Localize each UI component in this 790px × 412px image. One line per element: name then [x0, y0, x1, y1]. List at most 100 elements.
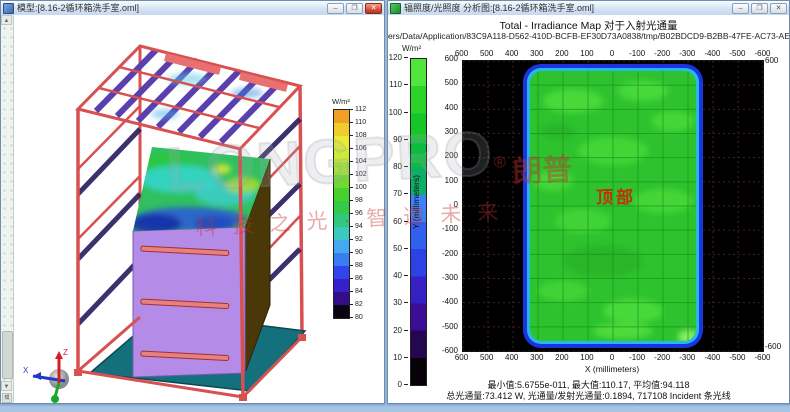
- model-window: 模型:[8.16-2循环箱洗手室.oml] – ❐ ✕ ▲ ▼ 模: [0, 0, 385, 404]
- x-tick-label: 500: [474, 49, 499, 58]
- x-tick-label: -500: [725, 353, 750, 362]
- axis-triad: Z X: [23, 348, 69, 403]
- axis-x-label: X: [23, 366, 29, 375]
- colorbar-tick: 120: [389, 53, 408, 62]
- minimize-button[interactable]: –: [732, 3, 749, 14]
- y-tick-label: 500: [445, 78, 458, 88]
- y-axis-ticks: 6005004003002001000-100-200-300-400-500-…: [430, 54, 458, 356]
- chart-colorbar-ticks: 1201101009080706050403020100: [388, 53, 408, 389]
- colorbar-tick: 70: [393, 189, 408, 198]
- stats-line-2: 总光通量:73.412 W, 光通量/发射光通量:0.1894, 717108 …: [388, 389, 789, 402]
- irradiance-window-titlebar[interactable]: 辐照度/光照度 分析图:[8.16-2循环箱洗手室.oml] – ❐ ✕: [388, 1, 789, 16]
- colorbar-tick: 112: [349, 105, 381, 114]
- colorbar-tick: 100: [389, 108, 408, 117]
- y-tick-label: 0: [454, 200, 458, 210]
- colorbar-tick: 98: [349, 196, 381, 205]
- x-tick-label: 400: [499, 353, 524, 362]
- colorbar-unit: W/m²: [402, 44, 421, 53]
- x-tick-label: -100: [625, 49, 650, 58]
- axis-z-label: Z: [63, 348, 68, 357]
- y-tick-label: 400: [445, 103, 458, 113]
- y-tick-label: 100: [445, 176, 458, 186]
- colorbar-tick: 108: [349, 131, 381, 140]
- y-tick-label: -300: [442, 273, 458, 283]
- colorbar-tick: 106: [349, 144, 381, 153]
- scroll-up-icon[interactable]: ▲: [1, 15, 12, 25]
- model-viewport[interactable]: ▲ ▼ 模: [1, 15, 384, 403]
- colorbar-tick: 82: [349, 300, 381, 309]
- y-tick-label: -500: [442, 322, 458, 332]
- model-side-strip[interactable]: ▲ ▼ 模: [1, 15, 14, 403]
- x-tick-label: -400: [700, 353, 725, 362]
- colorbar-tick: 90: [349, 248, 381, 257]
- colorbar-tick: 110: [389, 80, 408, 89]
- colorbar-tick: 92: [349, 235, 381, 244]
- colorbar-tick: 90: [393, 135, 408, 144]
- colorbar-tick: 30: [393, 298, 408, 307]
- x-axis-top-ticks: 6005004003002001000-100-200-300-400-500-…: [449, 49, 775, 58]
- x-axis-bottom-ticks: 6005004003002001000-100-200-300-400-500-…: [449, 353, 775, 362]
- model-app-icon: [3, 3, 14, 14]
- x-tick-label: -400: [700, 49, 725, 58]
- x-tick-label: -200: [650, 353, 675, 362]
- x-tick-label: 200: [549, 49, 574, 58]
- y-tick-label: -100: [442, 224, 458, 234]
- x-tick-label: 0: [599, 353, 624, 362]
- colorbar-tick: 104: [349, 157, 381, 166]
- x-tick-label: 100: [574, 353, 599, 362]
- colorbar-unit: W/m²: [332, 97, 350, 106]
- scrollbar-thumb[interactable]: [2, 331, 13, 379]
- chart-source-path: ers/Data/Application/83C9A118-D562-410D-…: [388, 31, 789, 41]
- model-window-titlebar[interactable]: 模型:[8.16-2循环箱洗手室.oml] – ❐ ✕: [1, 1, 384, 16]
- x-tick-label: 0: [599, 49, 624, 58]
- colorbar-tick: 80: [393, 162, 408, 171]
- model-tab[interactable]: 模: [2, 393, 12, 403]
- model-3d-view[interactable]: Z X: [15, 19, 335, 403]
- maximize-button[interactable]: ❐: [751, 3, 768, 14]
- chart-app-icon: [390, 3, 401, 14]
- x-tick-label: -600: [750, 353, 775, 362]
- colorbar-tick: 102: [349, 170, 381, 179]
- model-colorbar: W/m² 11211010810610410210098969492908886…: [322, 97, 384, 333]
- x-tick-label: 100: [574, 49, 599, 58]
- x-tick-label: 300: [524, 353, 549, 362]
- colorbar-tick: 94: [349, 222, 381, 231]
- y-tick-label: 200: [445, 151, 458, 161]
- y-tick-label: 600: [445, 54, 458, 64]
- x-tick-label: 200: [549, 353, 574, 362]
- colorbar-tick: 50: [393, 244, 408, 253]
- x-axis-label: X (millimeters): [462, 364, 762, 374]
- colorbar-gradient: [333, 109, 350, 319]
- x-tick-label: -100: [625, 353, 650, 362]
- restore-button[interactable]: ❐: [346, 3, 363, 14]
- y-right-corner-top: 600: [765, 56, 778, 65]
- minimize-button[interactable]: –: [327, 3, 344, 14]
- irradiance-window-title: 辐照度/光照度 分析图:[8.16-2循环箱洗手室.oml]: [404, 2, 729, 15]
- x-tick-label: -500: [725, 49, 750, 58]
- irradiance-map-plot[interactable]: 顶部: [462, 60, 764, 352]
- irradiance-chart-area: Total - Irradiance Map 对于入射光通量 ers/Data/…: [388, 15, 789, 403]
- x-tick-label: -300: [675, 353, 700, 362]
- x-tick-label: -200: [650, 49, 675, 58]
- annotation-top: 顶部: [596, 183, 636, 208]
- y-tick-label: -400: [442, 297, 458, 307]
- colorbar-tick: 86: [349, 274, 381, 283]
- y-tick-label: -200: [442, 249, 458, 259]
- colorbar-tick: 60: [393, 217, 408, 226]
- colorbar-tick: 110: [349, 118, 381, 127]
- scroll-down-icon[interactable]: ▼: [1, 381, 12, 391]
- target-box: [129, 147, 270, 377]
- close-button[interactable]: ✕: [770, 3, 787, 14]
- colorbar-ticks: 1121101081061041021009896949290888684828…: [349, 105, 381, 322]
- y-axis-label: Y (millimeters): [411, 152, 421, 252]
- x-tick-label: 400: [499, 49, 524, 58]
- close-button[interactable]: ✕: [365, 3, 382, 14]
- model-window-title: 模型:[8.16-2循环箱洗手室.oml]: [17, 2, 324, 15]
- y-right-corner-bottom: -600: [765, 342, 781, 351]
- colorbar-tick: 20: [393, 326, 408, 335]
- colorbar-tick: 88: [349, 261, 381, 270]
- colorbar-tick: 84: [349, 287, 381, 296]
- colorbar-tick: 10: [393, 353, 408, 362]
- irradiance-window: 辐照度/光照度 分析图:[8.16-2循环箱洗手室.oml] – ❐ ✕ Tot…: [387, 0, 790, 404]
- colorbar-tick: 96: [349, 209, 381, 218]
